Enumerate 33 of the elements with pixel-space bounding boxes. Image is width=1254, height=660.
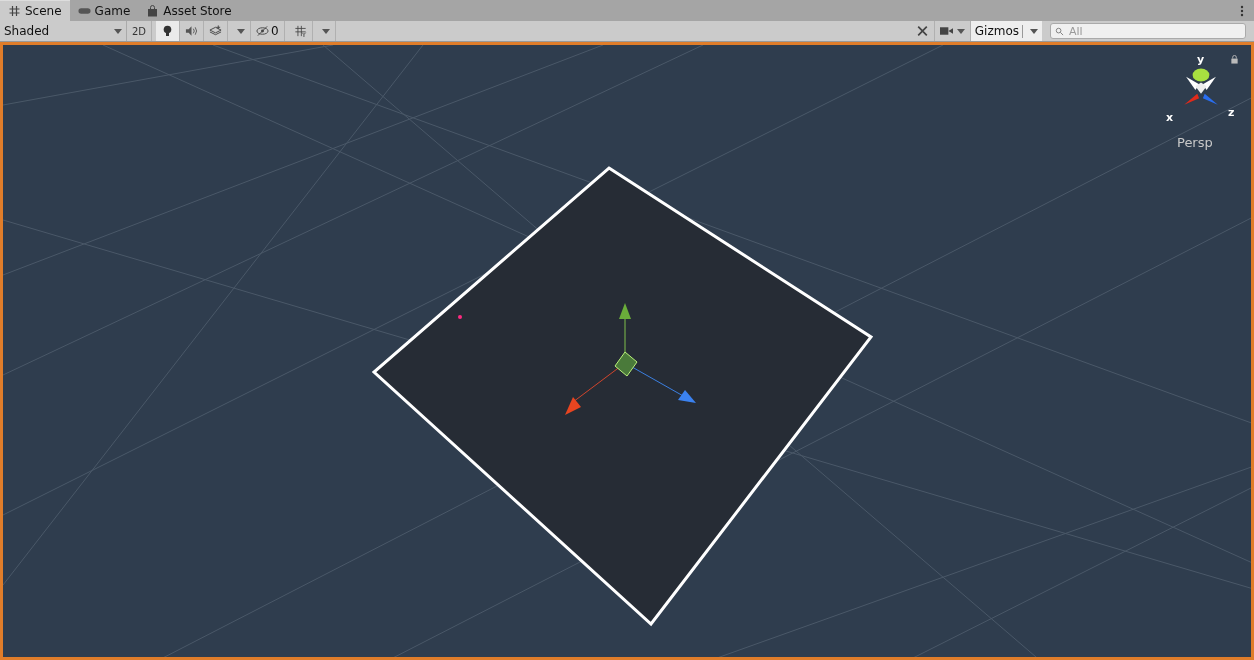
panel-tab[interactable]: Scene xyxy=(0,0,70,21)
axis-label: x xyxy=(1166,111,1174,124)
hidden-eye-icon xyxy=(256,25,270,37)
axis-label: y xyxy=(1197,53,1205,66)
search-icon xyxy=(1055,27,1064,36)
light-marker xyxy=(458,315,462,319)
gizmos-dropdown[interactable]: Gizmos xyxy=(970,21,1042,41)
bag-icon xyxy=(146,5,160,17)
tools-icon xyxy=(915,25,929,37)
speaker-icon xyxy=(185,25,199,37)
caret-icon xyxy=(237,28,246,34)
plane-object[interactable] xyxy=(371,166,874,627)
search-field[interactable]: All xyxy=(1050,23,1246,39)
caret-icon xyxy=(114,28,122,34)
panel-tab[interactable]: Game xyxy=(69,1,139,21)
projection-toggle[interactable]: Persp xyxy=(1177,135,1213,150)
panel-tab[interactable]: Asset Store xyxy=(138,1,240,21)
draw-mode-dropdown[interactable]: Shaded xyxy=(0,21,127,41)
move-gizmo[interactable] xyxy=(565,303,696,415)
axis-label: z xyxy=(1228,106,1235,119)
lock-icon[interactable] xyxy=(1230,55,1239,64)
caret-icon xyxy=(956,28,965,34)
caret-icon xyxy=(321,28,330,34)
hidden-toggle[interactable]: 0 xyxy=(251,21,285,41)
grid-icon xyxy=(293,25,307,37)
scene-viewport[interactable]: y x z Persp xyxy=(0,42,1254,660)
light-toggle[interactable] xyxy=(156,21,181,41)
layers-icon xyxy=(209,25,223,37)
grid-icon xyxy=(8,5,21,17)
camera-icon xyxy=(939,25,953,37)
caret-icon xyxy=(1030,28,1038,34)
more-menu-icon[interactable] xyxy=(1240,5,1244,17)
mode-2d-toggle[interactable]: 2D xyxy=(127,21,153,41)
